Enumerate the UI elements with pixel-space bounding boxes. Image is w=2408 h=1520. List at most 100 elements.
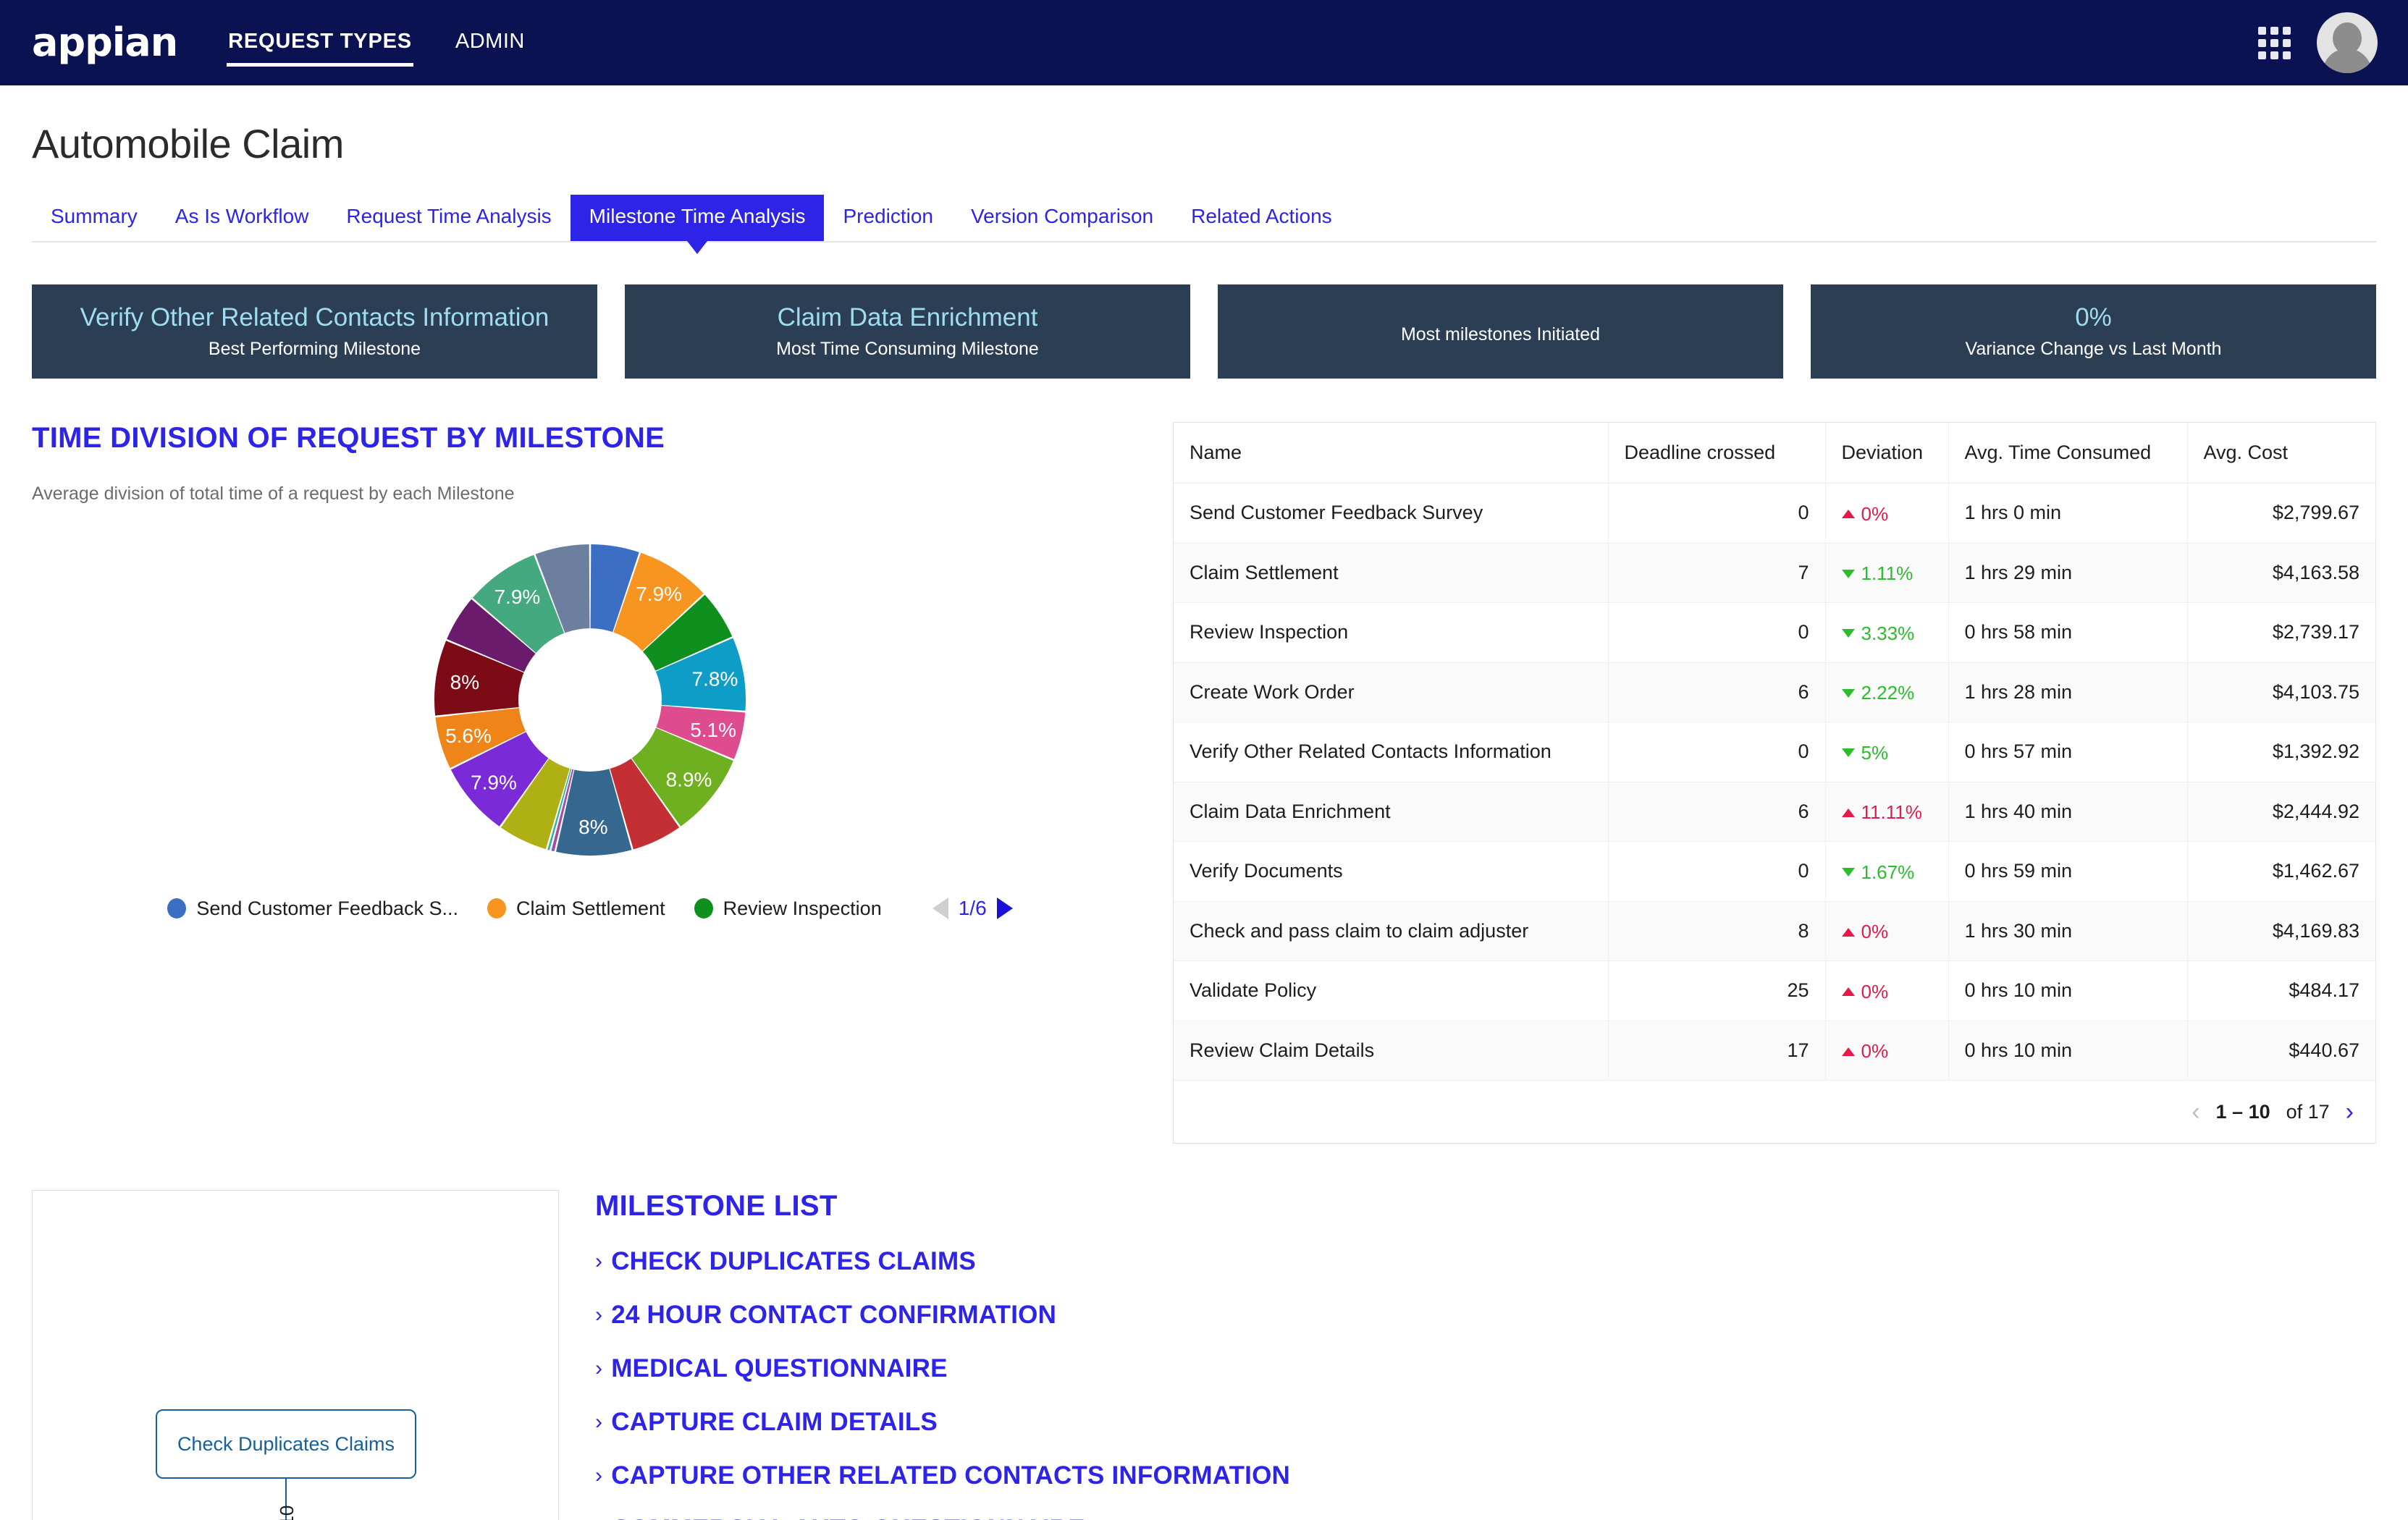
kpi-card-row: Verify Other Related Contacts Informatio… (32, 284, 2376, 379)
table-row[interactable]: Validate Policy 25 0% 0 hrs 10 min $484.17 (1174, 960, 2375, 1021)
legend-color-swatch (487, 898, 507, 919)
column-header-deadline-crossed[interactable]: Deadline crossed (1608, 423, 1826, 484)
cell-deadline-crossed: 0 (1608, 722, 1826, 782)
milestone-list-item[interactable]: › 24 HOUR CONTACT CONFIRMATION (595, 1301, 2376, 1330)
nav-right-actions (2258, 12, 2378, 73)
donut-chart: 7.9% 7.8% 5.1% 8.9% 8% 7.9% 5.6% 8% 7.9% Send Cu… (32, 519, 1148, 920)
cell-name: Claim Settlement (1174, 543, 1609, 603)
cell-deadline-crossed: 17 (1608, 1021, 1826, 1081)
cell-avg-time-consumed: 0 hrs 59 min (1948, 841, 2188, 902)
cell-deadline-crossed: 6 (1608, 782, 1826, 842)
kpi-card-most-milestones-initiated: Most milestones Initiated (1218, 284, 1783, 379)
deviation-value: 5% (1861, 741, 1889, 764)
milestone-list-items: › CHECK DUPLICATES CLAIMS › 24 HOUR CONTACT… (595, 1247, 2376, 1520)
cell-deviation: 3.33% (1825, 602, 1949, 663)
workflow-diagram-card[interactable]: Check Duplicates Claims 310 (32, 1190, 559, 1520)
donut-slice-label: 5.1% (690, 719, 736, 741)
donut-chart-svg[interactable]: 7.9% 7.8% 5.1% 8.9% 8% 7.9% 5.6% 8% 7.9% (351, 519, 829, 888)
table-row[interactable]: Claim Data Enrichment 6 11.11% 1 hrs 40 min… (1174, 782, 2375, 842)
table-row[interactable]: Verify Documents 0 1.67% 0 hrs 59 min $1,462… (1174, 841, 2375, 902)
table-row[interactable]: Verify Other Related Contacts Informatio… (1174, 722, 2375, 782)
deviation-badge: 5% (1841, 741, 1889, 764)
column-header-avg-time-consumed[interactable]: Avg. Time Consumed (1948, 423, 2188, 484)
cell-deadline-crossed: 0 (1608, 483, 1826, 544)
donut-slice-label: 7.9% (471, 772, 517, 794)
legend-item[interactable]: Send Customer Feedback S... (167, 898, 458, 920)
milestone-list-item[interactable]: › MEDICAL QUESTIONNAIRE (595, 1354, 2376, 1383)
table-pagination: ‹ 1 – 10 of 17 › (1174, 1081, 2375, 1143)
tab-request-time-analysis[interactable]: Request Time Analysis (327, 195, 570, 241)
cell-deviation: 0% (1825, 1021, 1949, 1081)
table-row[interactable]: Create Work Order 6 2.22% 1 hrs 28 min $4,10… (1174, 662, 2375, 722)
column-header-avg-cost[interactable]: Avg. Cost (2187, 423, 2375, 484)
donut-slice-label: 7.8% (692, 667, 738, 690)
deviation-value: 0% (1861, 921, 1889, 942)
donut-slice-label: 8% (578, 816, 607, 838)
deviation-badge: 0% (1841, 503, 1888, 525)
legend-color-swatch (167, 898, 187, 919)
apps-grid-icon[interactable] (2258, 26, 2291, 59)
appian-logo[interactable]: appian (32, 23, 178, 62)
pagination-total: of 17 (2286, 1100, 2330, 1123)
pagination-range: 1 – 10 (2215, 1100, 2270, 1123)
milestone-list-item-label: MEDICAL QUESTIONNAIRE (611, 1354, 948, 1382)
chevron-right-icon: › (595, 1303, 603, 1327)
cell-avg-time-consumed: 0 hrs 57 min (1948, 722, 2188, 782)
cell-avg-time-consumed: 1 hrs 30 min (1948, 901, 2188, 961)
pagination-next-icon[interactable]: › (2346, 1099, 2354, 1124)
deviation-value: 0% (1861, 1040, 1889, 1062)
table-row[interactable]: Send Customer Feedback Survey 0 0% 1 hrs 0 … (1174, 483, 2375, 544)
table-row[interactable]: Review Inspection 0 3.33% 0 hrs 58 min $2,73… (1174, 602, 2375, 663)
milestone-list-title: MILESTONE LIST (595, 1190, 838, 1222)
column-header-deviation[interactable]: Deviation (1825, 423, 1949, 484)
cell-deadline-crossed: 25 (1608, 960, 1826, 1021)
tab-prediction[interactable]: Prediction (824, 195, 952, 241)
cell-name: Validate Policy (1174, 960, 1609, 1021)
cell-avg-cost: $2,799.67 (2187, 483, 2375, 544)
nav-link-request-types[interactable]: REQUEST TYPES (227, 25, 413, 67)
cell-name: Send Customer Feedback Survey (1174, 483, 1609, 544)
cell-avg-time-consumed: 0 hrs 58 min (1948, 602, 2188, 663)
cell-deviation: 11.11% (1825, 782, 1949, 842)
legend-pager: 1/6 (932, 897, 1013, 920)
primary-nav: REQUEST TYPES ADMIN (227, 0, 526, 85)
legend-item-label: Send Customer Feedback S... (196, 897, 459, 919)
milestone-list-item[interactable]: › COMMERCIAL AUTO QUESTIONNAIRE (595, 1515, 2376, 1520)
cell-avg-cost: $2,739.17 (2187, 602, 2375, 663)
donut-slice-label: 7.9% (636, 583, 682, 605)
column-header-name[interactable]: Name (1174, 423, 1609, 484)
table-row[interactable]: Check and pass claim to claim adjuster 8 0… (1174, 901, 2375, 961)
cell-avg-cost: $484.17 (2187, 960, 2375, 1021)
cell-name: Create Work Order (1174, 662, 1609, 722)
cell-deviation: 0% (1825, 960, 1949, 1021)
bottom-section: Check Duplicates Claims 310 MILESTONE LI… (32, 1190, 2376, 1520)
table-row[interactable]: Claim Settlement 7 1.11% 1 hrs 29 min $4,163… (1174, 543, 2375, 603)
legend-item[interactable]: Review Inspection (694, 898, 882, 920)
table-row[interactable]: Review Claim Details 17 0% 0 hrs 10 min $440… (1174, 1021, 2375, 1081)
tab-milestone-time-analysis[interactable]: Milestone Time Analysis (570, 195, 825, 241)
pagination-prev-icon[interactable]: ‹ (2192, 1099, 2199, 1124)
tab-as-is-workflow[interactable]: As Is Workflow (156, 195, 328, 241)
arrow-down-icon (1841, 868, 1855, 877)
milestone-list-item[interactable]: › CHECK DUPLICATES CLAIMS (595, 1247, 2376, 1276)
legend-prev-arrow-icon[interactable] (932, 898, 948, 919)
chevron-right-icon: › (595, 1517, 602, 1520)
arrow-up-icon (1841, 987, 1855, 996)
tab-version-comparison[interactable]: Version Comparison (952, 195, 1172, 241)
milestone-list-item-label: CAPTURE OTHER RELATED CONTACTS INFORMATI… (611, 1461, 1290, 1490)
donut-slice-label: 8.9% (666, 768, 712, 790)
user-avatar[interactable] (2317, 12, 2378, 73)
legend-color-swatch (694, 898, 713, 919)
milestone-table-card: Name Deadline crossed Deviation Avg. Tim… (1173, 422, 2376, 1144)
legend-next-arrow-icon[interactable] (996, 898, 1013, 919)
milestone-list-item[interactable]: › CAPTURE OTHER RELATED CONTACTS INFORMAT… (595, 1461, 2376, 1490)
legend-item[interactable]: Claim Settlement (487, 898, 665, 920)
chevron-right-icon: › (595, 1410, 603, 1434)
flow-node-check-duplicates-claims[interactable]: Check Duplicates Claims (156, 1409, 416, 1479)
chevron-right-icon: › (595, 1356, 603, 1380)
milestone-list-item[interactable]: › CAPTURE CLAIM DETAILS (595, 1408, 2376, 1437)
tab-summary[interactable]: Summary (32, 195, 156, 241)
nav-link-admin[interactable]: ADMIN (454, 25, 526, 61)
tab-related-actions[interactable]: Related Actions (1172, 195, 1351, 241)
deviation-value: 1.67% (1861, 861, 1915, 883)
